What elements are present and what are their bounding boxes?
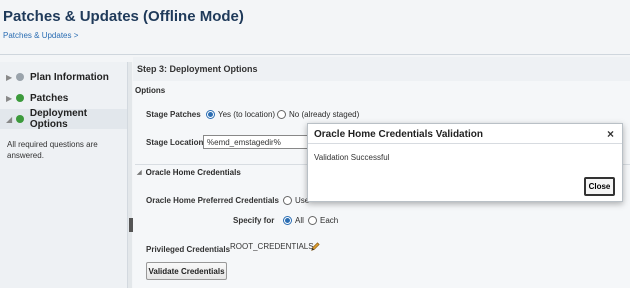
nav-item-label: Plan Information [30,71,109,83]
panel-splitter[interactable] [128,62,132,288]
dialog-divider [308,143,622,144]
validate-credentials-button[interactable]: Validate Credentials [146,262,227,280]
preferred-credentials-label: Oracle Home Preferred Credentials [146,196,279,205]
header-divider [0,54,630,55]
breadcrumb[interactable]: Patches & Updates > [3,31,78,40]
radio-button[interactable] [206,110,215,119]
stage-location-input[interactable]: %emd_emstagedir% [203,135,311,149]
left-nav-panel: ▶ Plan Information ▶ Patches ◢ Deploymen… [0,62,128,288]
dialog-message: Validation Successful [314,153,390,162]
radio-label: No (already staged) [289,110,360,119]
radio-label: All [295,216,304,225]
nav-item-label: Deployment Options [29,108,88,130]
edit-pencil-icon[interactable] [309,242,321,252]
preferred-credentials-use[interactable]: Use [283,196,309,205]
nav-item-label: Patches [30,92,69,104]
stage-patches-yes[interactable]: Yes (to location) [206,110,275,119]
nav-item-deployment-options[interactable]: ◢ Deployment Options [0,108,127,130]
close-icon[interactable]: × [607,127,614,141]
status-dot-icon [15,115,24,123]
specify-for-each[interactable]: Each [308,216,338,225]
collapse-triangle-icon: ◢ [137,170,142,176]
expand-arrow-icon: ▶ [6,93,13,103]
page-title: Patches & Updates (Offline Mode) [3,8,244,25]
radio-button[interactable] [308,216,317,225]
close-button[interactable]: Close [584,177,615,196]
radio-button[interactable] [277,110,286,119]
radio-button[interactable] [283,216,292,225]
step-title: Step 3: Deployment Options [133,57,630,81]
stage-patches-label: Stage Patches [146,110,201,119]
specify-for-all[interactable]: All [283,216,304,225]
specify-for-label: Specify for [233,216,275,225]
dialog-title: Oracle Home Credentials Validation [314,129,483,140]
privileged-credentials-value: ROOT_CREDENTIALS [230,242,314,251]
radio-label: Each [320,216,339,225]
expand-arrow-icon: ▶ [6,72,13,82]
collapse-arrow-icon: ◢ [6,114,13,124]
stage-location-label: Stage Location [146,138,204,147]
section-title: Oracle Home Credentials [145,168,241,177]
status-dot-icon [16,94,24,102]
options-heading: Options [135,86,166,95]
stage-patches-no[interactable]: No (already staged) [277,110,359,119]
radio-label: Yes (to location) [218,110,276,119]
privileged-credentials-label: Privileged Credentials [146,245,231,254]
nav-item-plan-information[interactable]: ▶ Plan Information [0,67,127,87]
oracle-home-section-header[interactable]: ◢ Oracle Home Credentials [137,168,241,177]
nav-item-patches[interactable]: ▶ Patches [0,88,127,108]
completion-note: All required questions are answered. [7,140,98,160]
radio-button[interactable] [283,196,292,205]
status-dot-icon [16,73,24,81]
validation-dialog: Oracle Home Credentials Validation × Val… [307,123,623,202]
